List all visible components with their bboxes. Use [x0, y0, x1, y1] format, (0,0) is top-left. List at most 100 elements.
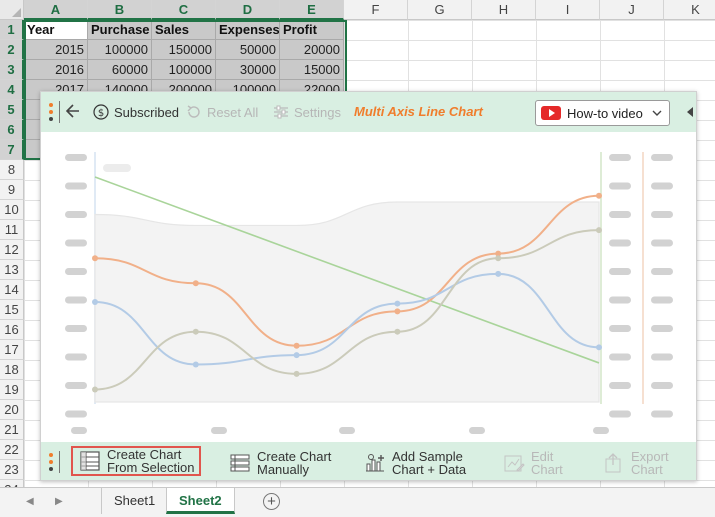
- reset-all-label: Reset All: [207, 104, 259, 120]
- y2-tick-placeholder: [609, 353, 631, 361]
- y3-tick-placeholder: [651, 410, 673, 418]
- table-cell[interactable]: Profit: [280, 20, 344, 40]
- back-button[interactable]: [66, 103, 85, 119]
- table-cell[interactable]: 50000: [216, 40, 280, 60]
- settings-label: Settings: [294, 104, 341, 120]
- column-header[interactable]: G: [408, 0, 472, 20]
- scroll-left-icon[interactable]: ◀: [26, 496, 34, 507]
- row-header[interactable]: 5: [0, 100, 24, 120]
- row-header[interactable]: 22: [0, 440, 24, 460]
- x-tick-placeholder: [71, 427, 87, 434]
- table-cell[interactable]: 60000: [88, 60, 152, 80]
- series-point: [394, 300, 401, 307]
- how-to-video-dropdown[interactable]: How-to video: [535, 100, 670, 126]
- table-cell[interactable]: Purchase: [88, 20, 152, 40]
- column-header[interactable]: E: [280, 0, 344, 20]
- bottom-drag-handle-icon[interactable]: [49, 453, 53, 474]
- table-cell[interactable]: 15000: [280, 60, 344, 80]
- row-header[interactable]: 17: [0, 340, 24, 360]
- table-cell[interactable]: 100000: [88, 40, 152, 60]
- column-header[interactable]: I: [536, 0, 600, 20]
- row-header[interactable]: 14: [0, 280, 24, 300]
- column-header[interactable]: K: [664, 0, 715, 20]
- series-point: [596, 192, 602, 199]
- row-header[interactable]: 1: [0, 20, 24, 40]
- row-header[interactable]: 8: [0, 160, 24, 180]
- table-cell[interactable]: 20000: [280, 40, 344, 60]
- table-cell[interactable]: 150000: [152, 40, 216, 60]
- row-header[interactable]: 11: [0, 220, 24, 240]
- y3-tick-placeholder: [651, 211, 673, 218]
- column-header[interactable]: A: [24, 0, 88, 20]
- sample-chart-icon: [366, 454, 384, 472]
- series-point: [293, 352, 300, 359]
- row-header[interactable]: 4: [0, 80, 24, 100]
- chart-preview: [65, 152, 673, 434]
- row-header[interactable]: 2: [0, 40, 24, 60]
- y2-tick-placeholder: [609, 382, 631, 389]
- y-tick-placeholder: [65, 325, 87, 332]
- y-tick-placeholder: [65, 211, 87, 218]
- row-header[interactable]: 13: [0, 260, 24, 280]
- subscribed-label: Subscribed: [114, 104, 180, 120]
- column-header[interactable]: C: [152, 0, 216, 20]
- row-header[interactable]: 20: [0, 400, 24, 420]
- row-header[interactable]: 3: [0, 60, 24, 80]
- table-cell[interactable]: 2015: [24, 40, 88, 60]
- table-cell[interactable]: Year: [24, 20, 88, 40]
- table-cell[interactable]: Expenses: [216, 20, 280, 40]
- row-header[interactable]: 6: [0, 120, 24, 140]
- column-header[interactable]: D: [216, 0, 280, 20]
- row-header[interactable]: 18: [0, 360, 24, 380]
- series-point: [293, 342, 300, 349]
- table-cell[interactable]: Sales: [152, 20, 216, 40]
- subscribed-status[interactable]: $ Subscribed: [93, 104, 179, 120]
- series-point: [495, 270, 502, 277]
- create-chart-manually-button[interactable]: Create Chart Manually: [229, 448, 331, 478]
- reset-all-button[interactable]: Reset All: [186, 104, 258, 120]
- column-header[interactable]: J: [600, 0, 664, 20]
- sheet-tab-2[interactable]: Sheet2: [166, 488, 235, 514]
- column-header[interactable]: B: [88, 0, 152, 20]
- y3-tick-placeholder: [651, 154, 673, 161]
- create-selection-label-2: From Selection: [107, 460, 195, 475]
- column-header[interactable]: F: [344, 0, 408, 20]
- y-tick-placeholder: [65, 410, 87, 418]
- scroll-right-icon[interactable]: ▶: [55, 496, 63, 507]
- edit-chart-icon: [504, 455, 525, 472]
- y2-tick-placeholder: [609, 239, 631, 247]
- table-cell[interactable]: 100000: [152, 60, 216, 80]
- series-point: [495, 255, 502, 262]
- collapse-panel-button[interactable]: [684, 100, 696, 128]
- edit-chart-button[interactable]: Edit Chart: [503, 448, 563, 478]
- row-header[interactable]: 12: [0, 240, 24, 260]
- row-header[interactable]: 10: [0, 200, 24, 220]
- drag-handle-icon[interactable]: [49, 103, 53, 124]
- x-tick-placeholder: [211, 427, 227, 434]
- create-chart-from-selection-button[interactable]: Create Chart From Selection: [71, 446, 202, 476]
- series-point: [596, 344, 602, 351]
- series-point: [92, 386, 98, 393]
- select-all-corner[interactable]: [0, 0, 24, 20]
- sheet-tab-1[interactable]: Sheet1: [101, 488, 169, 514]
- column-header[interactable]: H: [472, 0, 536, 20]
- add-sample-chart-button[interactable]: Add Sample Chart + Data: [364, 448, 466, 478]
- row-header[interactable]: 23: [0, 460, 24, 480]
- edit-label-2: Chart: [531, 462, 563, 477]
- y2-tick-placeholder: [609, 296, 631, 304]
- table-cell[interactable]: 30000: [216, 60, 280, 80]
- row-header[interactable]: 16: [0, 320, 24, 340]
- add-sheet-icon[interactable]: +: [263, 493, 280, 510]
- row-header[interactable]: 19: [0, 380, 24, 400]
- row-header[interactable]: 9: [0, 180, 24, 200]
- export-chart-button[interactable]: Export Chart: [603, 448, 669, 478]
- panel-actions: Create Chart From Selection Create Chart…: [41, 442, 696, 480]
- table-cell[interactable]: 2016: [24, 60, 88, 80]
- bottom-divider: [59, 451, 60, 473]
- row-header[interactable]: 21: [0, 420, 24, 440]
- y-tick-placeholder: [65, 154, 87, 161]
- settings-button[interactable]: Settings: [273, 104, 341, 120]
- row-header[interactable]: 7: [0, 140, 24, 160]
- row-header[interactable]: 15: [0, 300, 24, 320]
- toolbar-divider: [59, 101, 60, 123]
